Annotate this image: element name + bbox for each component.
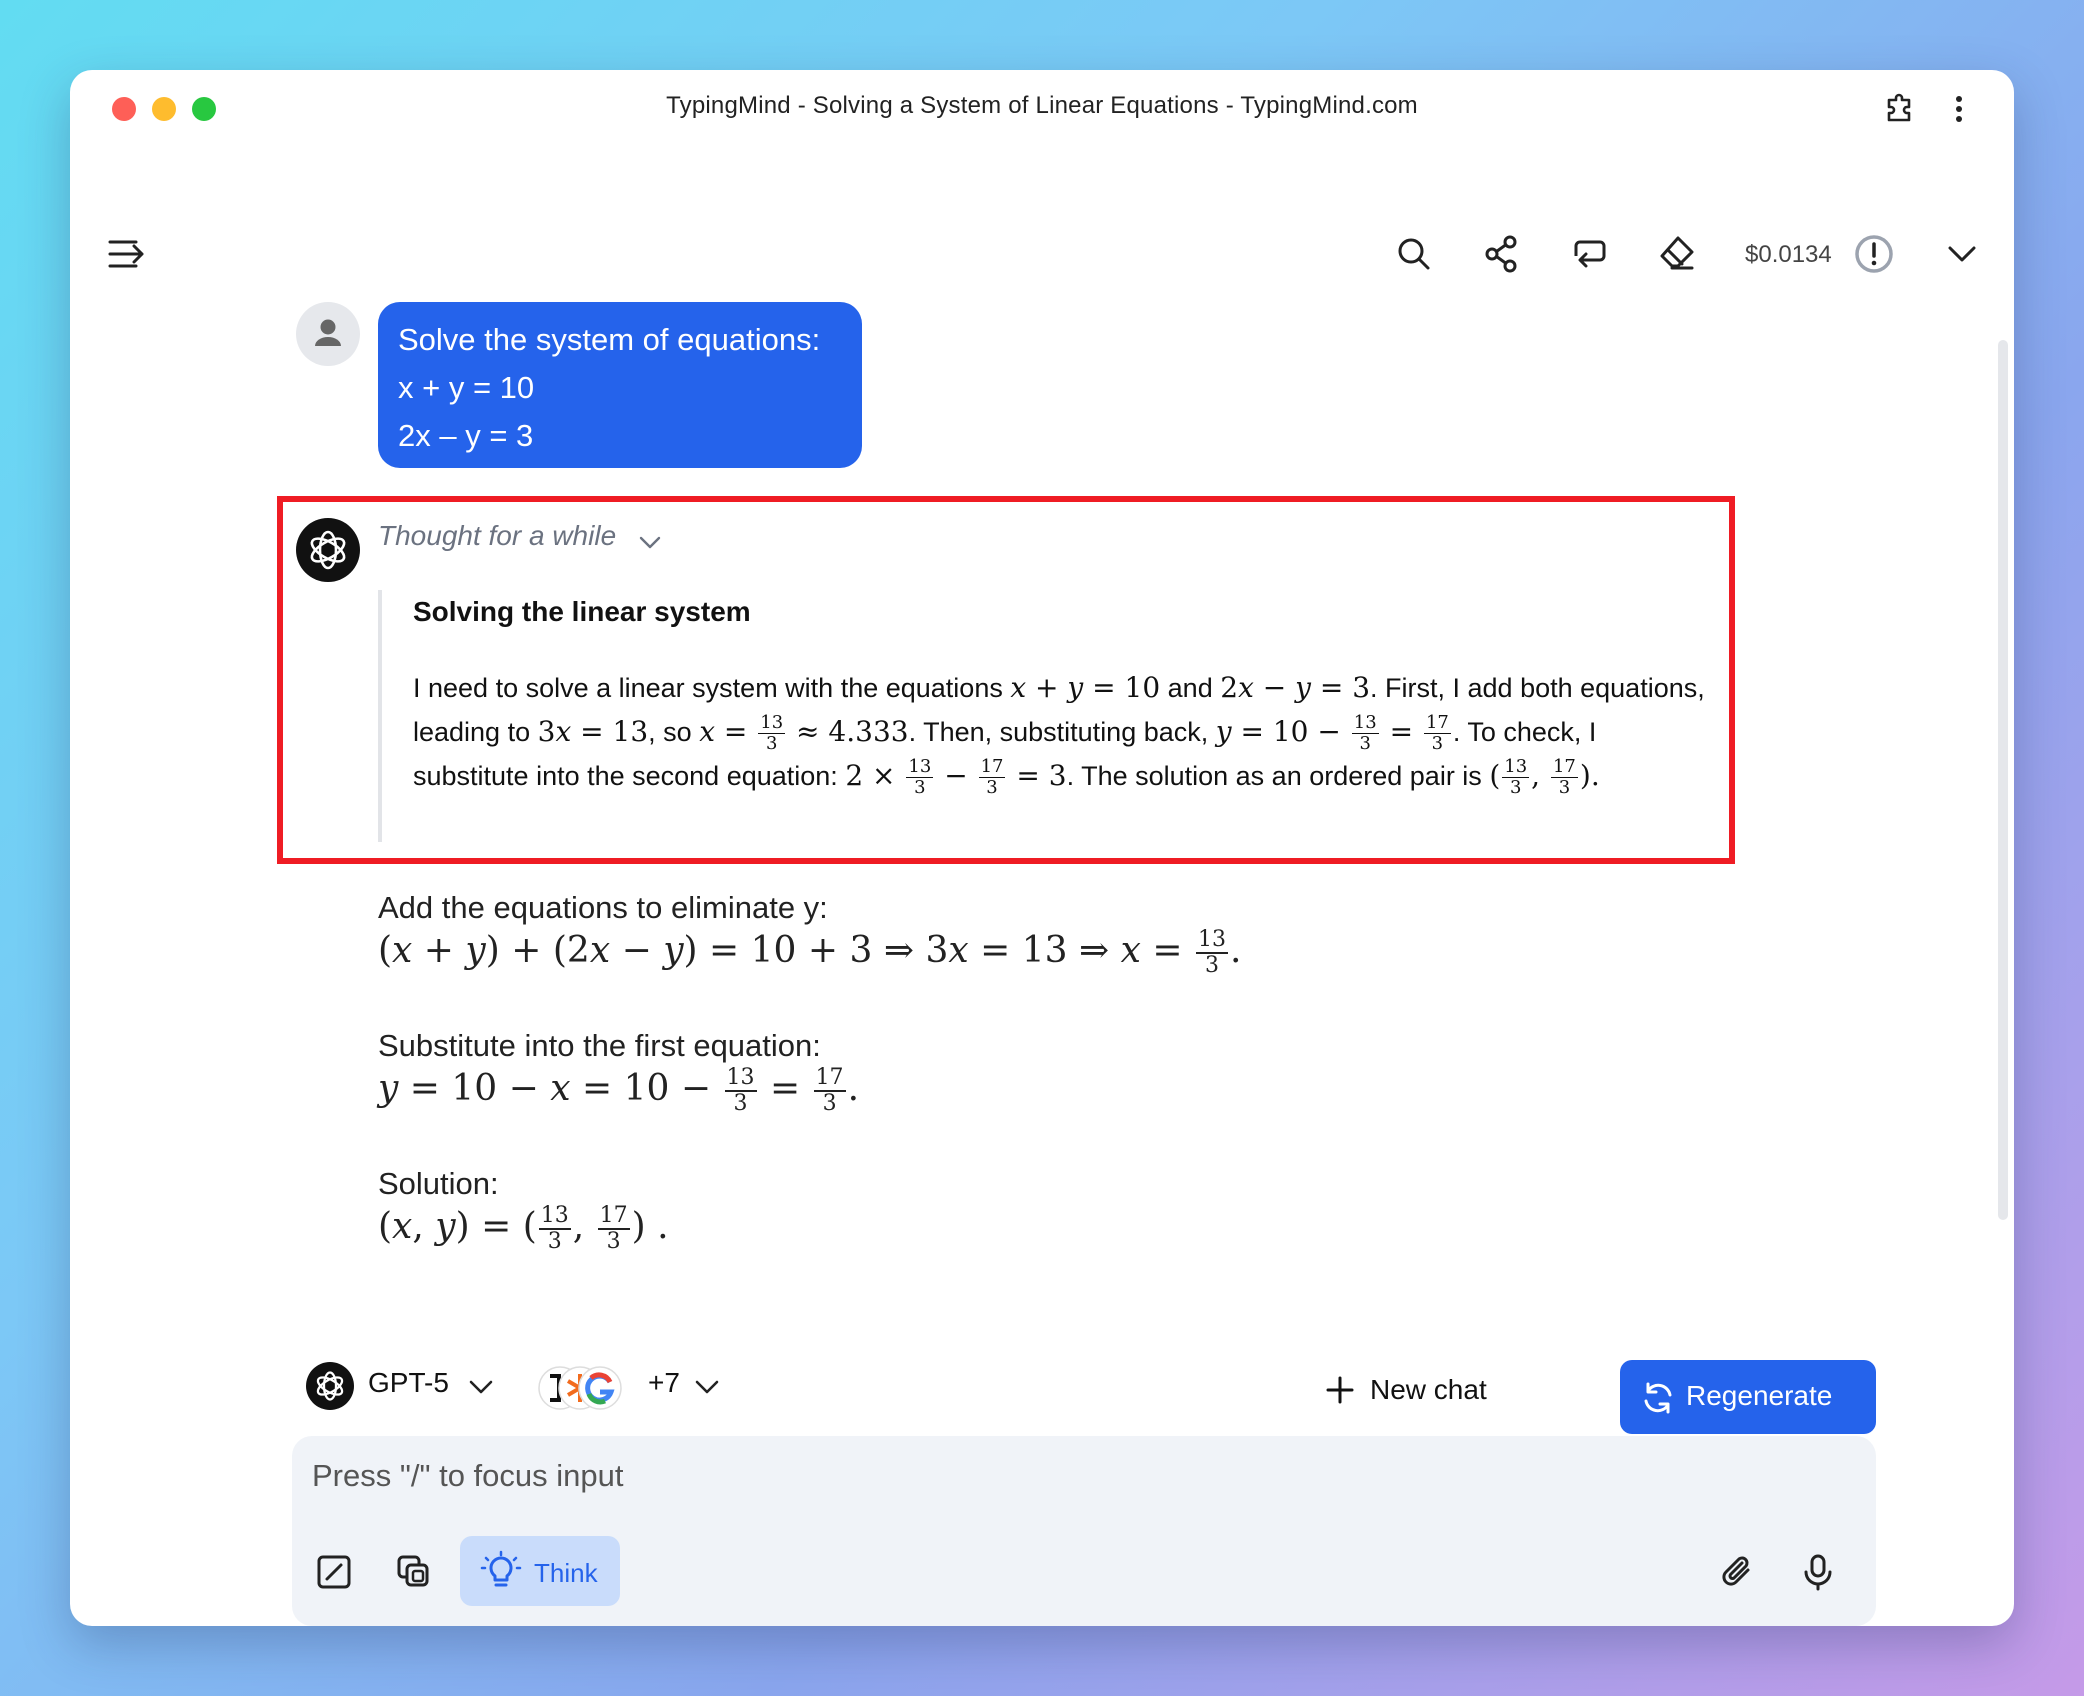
step-label: Add the equations to eliminate y: [378, 890, 828, 925]
regenerate-button[interactable]: Regenerate [1620, 1360, 1876, 1434]
user-message-line: 2x – y = 3 [398, 418, 534, 453]
math-expression: (x + y) + (2x − y) = 10 + 3 ⇒ 3x = 13 ⇒ … [378, 927, 1242, 978]
window-title: TypingMind - Solving a System of Linear … [666, 92, 1418, 119]
chevron-down-icon[interactable] [636, 528, 664, 556]
thought-text-part: I need to solve a linear system with the… [413, 673, 1003, 703]
scrollbar[interactable] [1998, 340, 2008, 1220]
math-expression: (x, y) = (13 3, 17 3) . [378, 1203, 669, 1254]
thought-text-part: . The solution as an ordered pair is [1066, 761, 1482, 791]
math-expression: x + y = 10 [1010, 671, 1161, 704]
math-expression: 2 × 13 3 − 17 3 = 3 [845, 756, 1067, 798]
new-chat-label: New chat [1370, 1374, 1487, 1405]
thought-text-part: . Then, substituting back, [908, 717, 1209, 747]
math-expression: y = 10 − x = 10 − 13 3 = 17 3. [378, 1065, 860, 1116]
title-bar: TypingMind - Solving a System of Linear … [70, 70, 2014, 146]
math-expression: x = 13 3 ≈ 4.333 [699, 712, 909, 754]
extra-models-count[interactable]: +7 [648, 1367, 680, 1399]
math-expression: (13 3, 17 3). [1489, 756, 1600, 798]
thought-text-part: and [1167, 673, 1213, 703]
chevron-down-icon[interactable] [466, 1372, 496, 1402]
new-chat-button[interactable]: New chat [1320, 1360, 1600, 1418]
extra-models-icon[interactable] [536, 1364, 636, 1412]
chat-input[interactable] [312, 1454, 1812, 1498]
chevron-down-icon[interactable] [692, 1372, 722, 1402]
thought-title: Solving the linear system [413, 596, 751, 627]
plus-icon [1326, 1376, 1354, 1404]
user-icon [315, 319, 341, 346]
thought-text: I need to solve a linear system with the… [413, 666, 1713, 798]
attachment-paperclip-icon[interactable] [1718, 1552, 1758, 1592]
app-window: TypingMind - Solving a System of Linear … [70, 70, 2014, 1626]
think-toggle-button[interactable]: Think [460, 1536, 620, 1606]
user-message-line: x + y = 10 [398, 370, 535, 405]
openai-logo-icon [296, 518, 360, 582]
extension-puzzle-icon[interactable] [1880, 90, 1918, 128]
reply-arrow-icon[interactable] [1568, 232, 1612, 276]
alert-icon[interactable] [1852, 232, 1896, 276]
eraser-icon[interactable] [1656, 232, 1700, 276]
refresh-icon [1644, 1382, 1672, 1414]
plugins-icon[interactable] [394, 1552, 434, 1592]
cost-label: $0.0134 [1745, 241, 1832, 268]
more-vertical-icon[interactable] [1940, 90, 1978, 128]
step-label: Solution: [378, 1166, 499, 1201]
user-avatar [296, 302, 360, 366]
search-icon[interactable] [1392, 232, 1436, 276]
regenerate-label: Regenerate [1686, 1380, 1833, 1411]
chevron-down-icon[interactable] [1940, 232, 1984, 276]
math-expression: 2x − y = 3 [1220, 671, 1371, 704]
math-expression: 3x = 13 [537, 715, 649, 748]
user-message-bubble: Solve the system of equations: x + y = 1… [378, 302, 862, 468]
thought-quote-border [378, 590, 382, 842]
model-selector[interactable]: GPT-5 [368, 1367, 449, 1399]
sidebar-toggle-icon[interactable] [106, 232, 150, 276]
lightbulb-icon [480, 1550, 522, 1587]
microphone-icon[interactable] [1798, 1552, 1838, 1592]
math-expression: y = 10 − 13 3 = 17 3 [1215, 712, 1451, 754]
thought-toggle[interactable]: Thought for a while [378, 520, 616, 552]
edit-prompt-icon[interactable] [314, 1552, 354, 1592]
chat-input-area: Think [292, 1436, 1876, 1626]
step-label: Substitute into the first equation: [378, 1028, 821, 1063]
openai-logo-icon[interactable] [306, 1362, 354, 1410]
user-message-line: Solve the system of equations: [398, 322, 821, 357]
thought-text-part: , so [648, 717, 692, 747]
think-label: Think [534, 1558, 598, 1588]
share-icon[interactable] [1480, 232, 1524, 276]
